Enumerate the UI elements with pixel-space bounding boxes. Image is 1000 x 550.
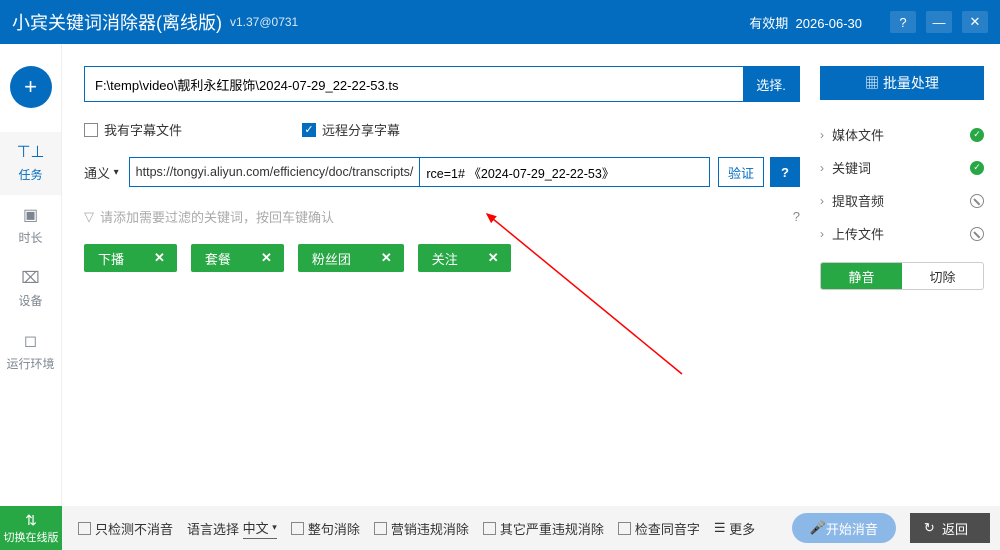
app-title: 小宾关键词消除器(离线版)	[12, 9, 222, 35]
chip-remove-icon[interactable]: ✕	[249, 250, 284, 266]
url-prefix: https://tongyi.aliyun.com/efficiency/doc…	[130, 158, 421, 186]
engine-select[interactable]: 通义 ▾	[84, 163, 119, 182]
nav-task[interactable]: ⊤⊥任务	[0, 132, 61, 195]
footer-option[interactable]: 检查同音字	[618, 519, 700, 538]
mic-icon: 🎤	[810, 520, 826, 536]
panel-item[interactable]: ›上传文件	[820, 217, 984, 250]
chip-label: 粉丝团	[298, 249, 369, 268]
check-icon: ✓	[970, 161, 984, 175]
mode-segment[interactable]: 静音 切除	[820, 262, 984, 290]
lang-select[interactable]: 语言选择 中文 ▾	[187, 518, 277, 539]
check-icon: ✓	[970, 128, 984, 142]
device-icon: ⌧	[0, 268, 61, 288]
more-button[interactable]: ☰ 更多	[714, 519, 755, 538]
minimize-button[interactable]: —	[926, 11, 952, 33]
swap-icon: ⇅	[25, 512, 37, 529]
filter-row: ▽ 请添加需要过滤的关键词，按回车键确认 ?	[84, 207, 800, 226]
keyword-chip: 套餐✕	[191, 244, 284, 272]
titlebar: 小宾关键词消除器(离线版) v1.37@0731 有效期 2026-06-30 …	[0, 0, 1000, 44]
help-button[interactable]: ?	[890, 11, 916, 33]
panel-item[interactable]: ›关键词✓	[820, 151, 984, 184]
nav-device[interactable]: ⌧设备	[0, 258, 61, 321]
subtitle-checkbox[interactable]	[84, 123, 98, 137]
subtitle-label: 我有字幕文件	[104, 120, 182, 139]
env-icon: ◻	[0, 331, 61, 351]
panel-item[interactable]: ›媒体文件✓	[820, 118, 984, 151]
funnel-icon: ▽	[84, 209, 94, 225]
right-panel: ▦ 批量处理 ›媒体文件✓›关键词✓›提取音频›上传文件 静音 切除	[820, 44, 1000, 506]
mode-cut[interactable]: 切除	[902, 263, 983, 289]
chevron-right-icon: ›	[820, 161, 824, 175]
undo-icon: ↻	[924, 520, 935, 536]
chip-label: 下播	[84, 249, 142, 268]
file-row: 选择.	[84, 66, 800, 102]
panel-item[interactable]: ›提取音频	[820, 184, 984, 217]
footer-option[interactable]: 其它严重违规消除	[483, 519, 604, 538]
start-button[interactable]: 🎤开始消音	[792, 513, 896, 543]
url-bar: https://tongyi.aliyun.com/efficiency/doc…	[129, 157, 710, 187]
nav-duration[interactable]: ▣时长	[0, 195, 61, 258]
share-checkbox[interactable]: ✓	[302, 123, 316, 137]
share-label: 远程分享字幕	[322, 120, 400, 139]
valid-period: 有效期 2026-06-30	[749, 13, 862, 32]
app-version: v1.37@0731	[230, 15, 298, 29]
verify-button[interactable]: 验证	[718, 157, 764, 187]
main-panel: 选择. 我有字幕文件 ✓ 远程分享字幕 通义 ▾ https://tongyi.…	[62, 44, 820, 506]
batch-button[interactable]: ▦ 批量处理	[820, 66, 984, 100]
keyword-chip: 关注✕	[418, 244, 511, 272]
chevron-down-icon: ▾	[272, 522, 277, 533]
disabled-icon	[970, 194, 984, 208]
detect-only-checkbox[interactable]: 只检测不消音	[78, 519, 173, 538]
disabled-icon	[970, 227, 984, 241]
chip-remove-icon[interactable]: ✕	[476, 250, 511, 266]
close-button[interactable]: ✕	[962, 11, 988, 33]
switch-online-button[interactable]: ⇅切换在线版	[0, 506, 62, 550]
keyword-chip: 粉丝团✕	[298, 244, 404, 272]
duration-icon: ▣	[0, 205, 61, 225]
chevron-right-icon: ›	[820, 227, 824, 241]
filter-help-icon[interactable]: ?	[793, 209, 800, 224]
field-help-button[interactable]: ?	[770, 157, 800, 187]
keyword-chip: 下播✕	[84, 244, 177, 272]
chevron-down-icon: ▾	[114, 167, 119, 178]
footer-option[interactable]: 营销违规消除	[374, 519, 469, 538]
mode-mute[interactable]: 静音	[821, 263, 902, 289]
task-icon: ⊤⊥	[0, 142, 61, 162]
settings-icon: ☰	[714, 520, 726, 536]
choose-button[interactable]: 选择.	[743, 67, 799, 101]
file-path-input[interactable]	[85, 67, 743, 101]
nav-env[interactable]: ◻运行环境	[0, 321, 61, 384]
filter-hint[interactable]: 请添加需要过滤的关键词，按回车键确认	[100, 207, 793, 226]
back-button[interactable]: ↻ 返回	[910, 513, 990, 543]
chip-label: 套餐	[191, 249, 249, 268]
chevron-right-icon: ›	[820, 128, 824, 142]
chip-remove-icon[interactable]: ✕	[142, 250, 177, 266]
footer-option[interactable]: 整句消除	[291, 519, 360, 538]
chip-label: 关注	[418, 249, 476, 268]
url-input[interactable]	[420, 158, 709, 186]
chevron-right-icon: ›	[820, 194, 824, 208]
add-button[interactable]: +	[10, 66, 52, 108]
sidebar: + ⊤⊥任务 ▣时长 ⌧设备 ◻运行环境	[0, 44, 62, 506]
chips-container: 下播✕套餐✕粉丝团✕关注✕	[84, 244, 800, 272]
chip-remove-icon[interactable]: ✕	[369, 250, 404, 266]
footer: ⇅切换在线版 只检测不消音 语言选择 中文 ▾ 整句消除营销违规消除其它严重违规…	[0, 506, 1000, 550]
